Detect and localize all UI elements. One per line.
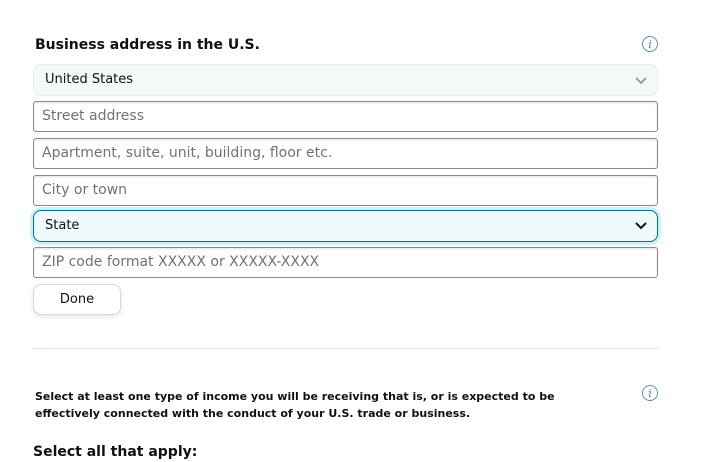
city-placeholder: City or town bbox=[42, 182, 128, 198]
street-address-input[interactable]: Street address bbox=[33, 101, 658, 132]
business-address-title: Business address in the U.S. bbox=[35, 37, 260, 53]
chevron-down-icon bbox=[635, 222, 647, 230]
chevron-down-icon bbox=[635, 77, 647, 85]
address-info-icon[interactable]: i bbox=[642, 36, 658, 52]
state-select-value: State bbox=[45, 218, 80, 233]
state-select[interactable]: State bbox=[33, 210, 658, 242]
section-divider bbox=[33, 348, 659, 349]
select-all-label: Select all that apply: bbox=[33, 444, 198, 460]
country-select-value: United States bbox=[45, 72, 134, 87]
apartment-input[interactable]: Apartment, suite, unit, building, floor … bbox=[33, 138, 658, 169]
income-instruction: Select at least one type of income you w… bbox=[35, 390, 555, 420]
street-address-placeholder: Street address bbox=[42, 108, 144, 124]
income-info-icon[interactable]: i bbox=[642, 385, 658, 401]
city-input[interactable]: City or town bbox=[33, 175, 658, 206]
apartment-placeholder: Apartment, suite, unit, building, floor … bbox=[42, 145, 333, 161]
done-button[interactable]: Done bbox=[33, 284, 121, 315]
country-select[interactable]: United States bbox=[33, 64, 658, 96]
zip-code-input[interactable]: ZIP code format XXXXX or XXXXX-XXXX bbox=[33, 247, 658, 278]
zip-code-placeholder: ZIP code format XXXXX or XXXXX-XXXX bbox=[42, 254, 320, 270]
